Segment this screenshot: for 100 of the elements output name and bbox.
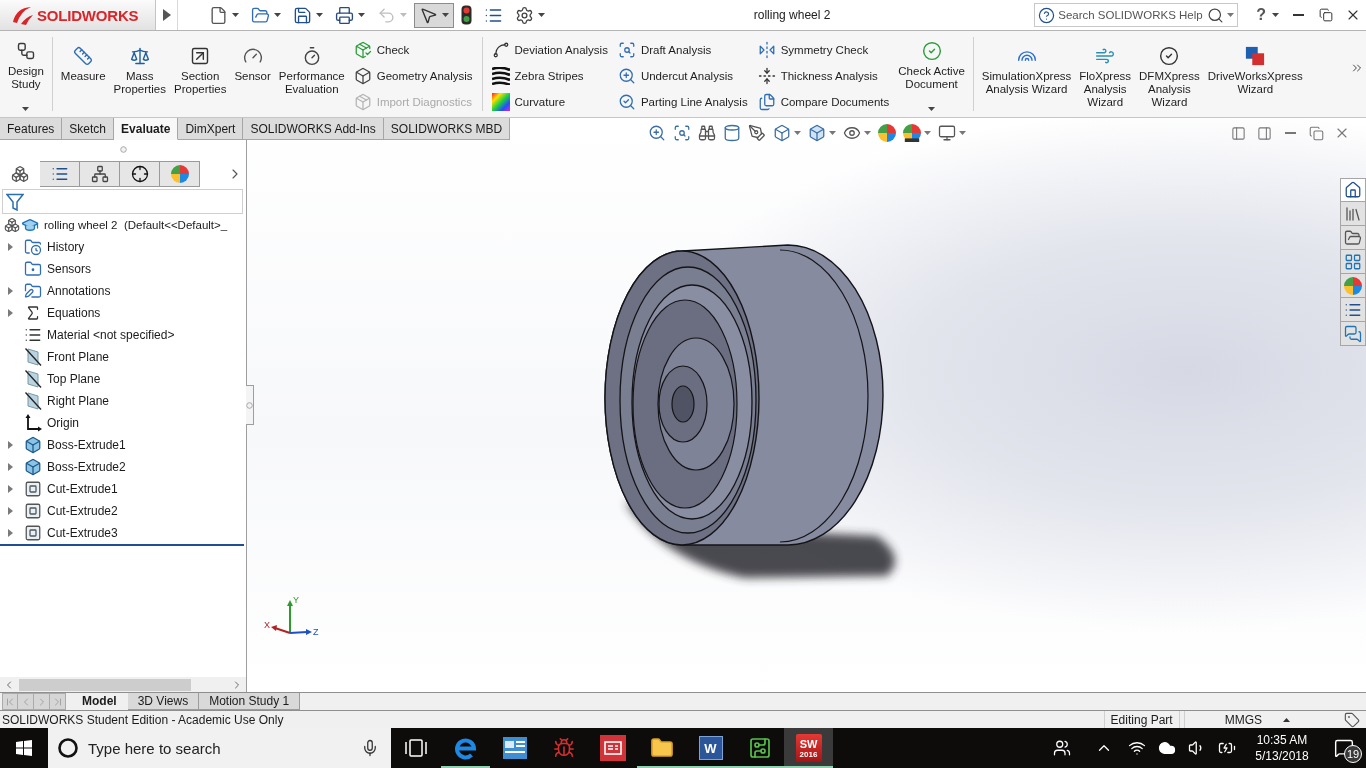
tree-item[interactable]: Boss-Extrude1: [24, 435, 128, 455]
command-tab[interactable]: Evaluate: [114, 118, 179, 140]
task-pane-tab[interactable]: [1340, 322, 1366, 346]
scrollbar[interactable]: [0, 677, 246, 692]
hierarchy-icon: [90, 165, 109, 183]
magnifier-check-icon: [617, 93, 636, 111]
squares-icon: [1245, 46, 1266, 66]
ribbon-button[interactable]: Sensor: [230, 31, 275, 117]
ribbon-button[interactable]: Check: [350, 37, 476, 63]
ribbon-button[interactable]: DriveWorksXpress Wizard: [1203, 31, 1307, 117]
tree-item[interactable]: Cut-Extrude3: [24, 523, 120, 543]
task-pane-tab[interactable]: [1340, 226, 1366, 250]
ribbon-button[interactable]: Measure: [56, 31, 110, 117]
tree-item[interactable]: History: [24, 237, 87, 257]
tree-item[interactable]: Annotations: [24, 281, 113, 301]
toolbar-button[interactable]: [414, 2, 454, 28]
ribbon-button[interactable]: Geometry Analysis: [350, 63, 476, 89]
task-pane-tab[interactable]: [1340, 178, 1366, 202]
panel-splitter-handle[interactable]: [246, 385, 254, 425]
ribbon-button[interactable]: Deviation Analysis: [488, 37, 611, 63]
tree-item[interactable]: rolling wheel 2 (Default<<Default>_: [21, 215, 230, 235]
tree-item[interactable]: Origin: [24, 413, 81, 433]
expand-arrow-icon[interactable]: [8, 507, 13, 515]
search-input[interactable]: Search SOLIDWORKS Help: [1058, 9, 1205, 21]
help-circle-icon: [1038, 6, 1056, 24]
news-tile-icon: [599, 735, 626, 761]
axis-label: X: [264, 620, 270, 630]
task-pane-tab[interactable]: [1340, 274, 1366, 298]
scrollbar-thumb[interactable]: [19, 678, 191, 691]
chevron-bar-left-icon: [4, 695, 16, 708]
package-icon: [353, 93, 372, 111]
tree-item[interactable]: Sensors: [24, 259, 94, 279]
tree-item[interactable]: Equations: [24, 303, 103, 323]
list-icon: [50, 165, 69, 183]
search-field[interactable]: Search SOLIDWORKS Help: [1034, 3, 1239, 27]
logo-area[interactable]: SOLIDWORKS: [0, 0, 156, 30]
ribbon-button[interactable]: DFMXpress Analysis Wizard: [1135, 31, 1204, 117]
tree-item[interactable]: Boss-Extrude2: [24, 457, 128, 477]
ribbon-button[interactable]: Curvature: [488, 89, 611, 115]
search-field[interactable]: Type here to search: [48, 728, 391, 768]
tree-item[interactable]: Material <not specified>: [24, 325, 177, 345]
ribbon-button[interactable]: Parting Line Analysis: [614, 89, 751, 115]
task-pane-tab[interactable]: [1340, 250, 1366, 274]
panel-tab[interactable]: [80, 161, 120, 187]
ruler-icon: [73, 46, 94, 66]
sheet-tab[interactable]: Motion Study 1: [199, 693, 301, 710]
ribbon-button[interactable]: Design Study: [4, 31, 48, 117]
help-button[interactable]: ?: [1250, 0, 1285, 30]
tree-item[interactable]: Front Plane: [24, 347, 112, 367]
printer-icon: [335, 5, 354, 25]
ribbon-button[interactable]: Performance Evaluation: [274, 31, 349, 117]
y-axis-arrow: [287, 600, 293, 634]
tree-item[interactable]: Right Plane: [24, 391, 112, 411]
files-icon: [757, 93, 776, 111]
tree-item[interactable]: Cut-Extrude1: [24, 479, 120, 499]
command-tab[interactable]: DimXpert: [178, 118, 244, 140]
taskbar-app[interactable]: SW 2016: [784, 728, 833, 768]
magnifier-icon: [647, 124, 666, 142]
command-tab[interactable]: Features: [0, 118, 63, 140]
tree-item[interactable]: Top Plane: [24, 369, 103, 389]
expand-arrow-icon[interactable]: [8, 485, 13, 493]
ribbon-button[interactable]: FloXpress Analysis Wizard: [1075, 31, 1136, 117]
cloud-icon: [1158, 739, 1176, 757]
swoosh-logo-icon: [12, 5, 34, 25]
expand-arrow-icon[interactable]: [8, 309, 13, 317]
notifications-button[interactable]: 19: [1322, 728, 1366, 768]
expand-arrow-icon[interactable]: [8, 287, 13, 295]
microphone-icon: [361, 739, 379, 757]
ribbon-button[interactable]: Zebra Stripes: [488, 63, 611, 89]
expand-arrow-icon[interactable]: [8, 243, 13, 251]
ribbon-button[interactable]: Mass Properties: [109, 31, 170, 117]
cubes-icon: [3, 217, 20, 233]
compress-arrows-icon: [757, 67, 776, 85]
expand-arrow-icon[interactable]: [8, 529, 13, 537]
flowchart-icon: [15, 41, 36, 61]
clock[interactable]: 10:35 AM 5/13/2018: [1242, 728, 1322, 768]
crosshair-icon: [130, 165, 149, 183]
nested-square-icon: [24, 502, 42, 520]
search-input[interactable]: Type here to search: [88, 739, 351, 757]
command-tab[interactable]: SOLIDWORKS Add-Ins: [243, 118, 384, 140]
ribbon-button[interactable]: SimulationXpress Analysis Wizard: [977, 31, 1076, 117]
ribbon-button[interactable]: Thickness Analysis: [754, 63, 893, 89]
ribbon-button[interactable]: Compare Documents: [754, 89, 893, 115]
command-tab[interactable]: SOLIDWORKS MBD: [383, 118, 511, 140]
command-tab[interactable]: Sketch: [62, 118, 115, 140]
expand-arrow-icon[interactable]: [8, 463, 13, 471]
ribbon-button[interactable]: Symmetry Check: [754, 37, 893, 63]
ribbon-button[interactable]: Section Properties: [170, 31, 231, 117]
sheet-tab[interactable]: 3D Views: [127, 693, 200, 710]
task-pane-tab[interactable]: [1340, 298, 1366, 322]
taskbar-app[interactable]: W: [686, 728, 735, 768]
ribbon-button[interactable]: Undercut Analysis: [614, 63, 751, 89]
panel-tab[interactable]: [120, 161, 160, 187]
folder-icon: [649, 736, 674, 760]
tree-item[interactable]: Cut-Extrude2: [24, 501, 120, 521]
expand-arrow-icon[interactable]: [8, 441, 13, 449]
four-panes-icon: [16, 740, 32, 756]
ribbon-button[interactable]: Check Active Document: [894, 31, 969, 117]
ribbon-button[interactable]: Draft Analysis: [614, 37, 751, 63]
filter-field[interactable]: [2, 189, 243, 214]
